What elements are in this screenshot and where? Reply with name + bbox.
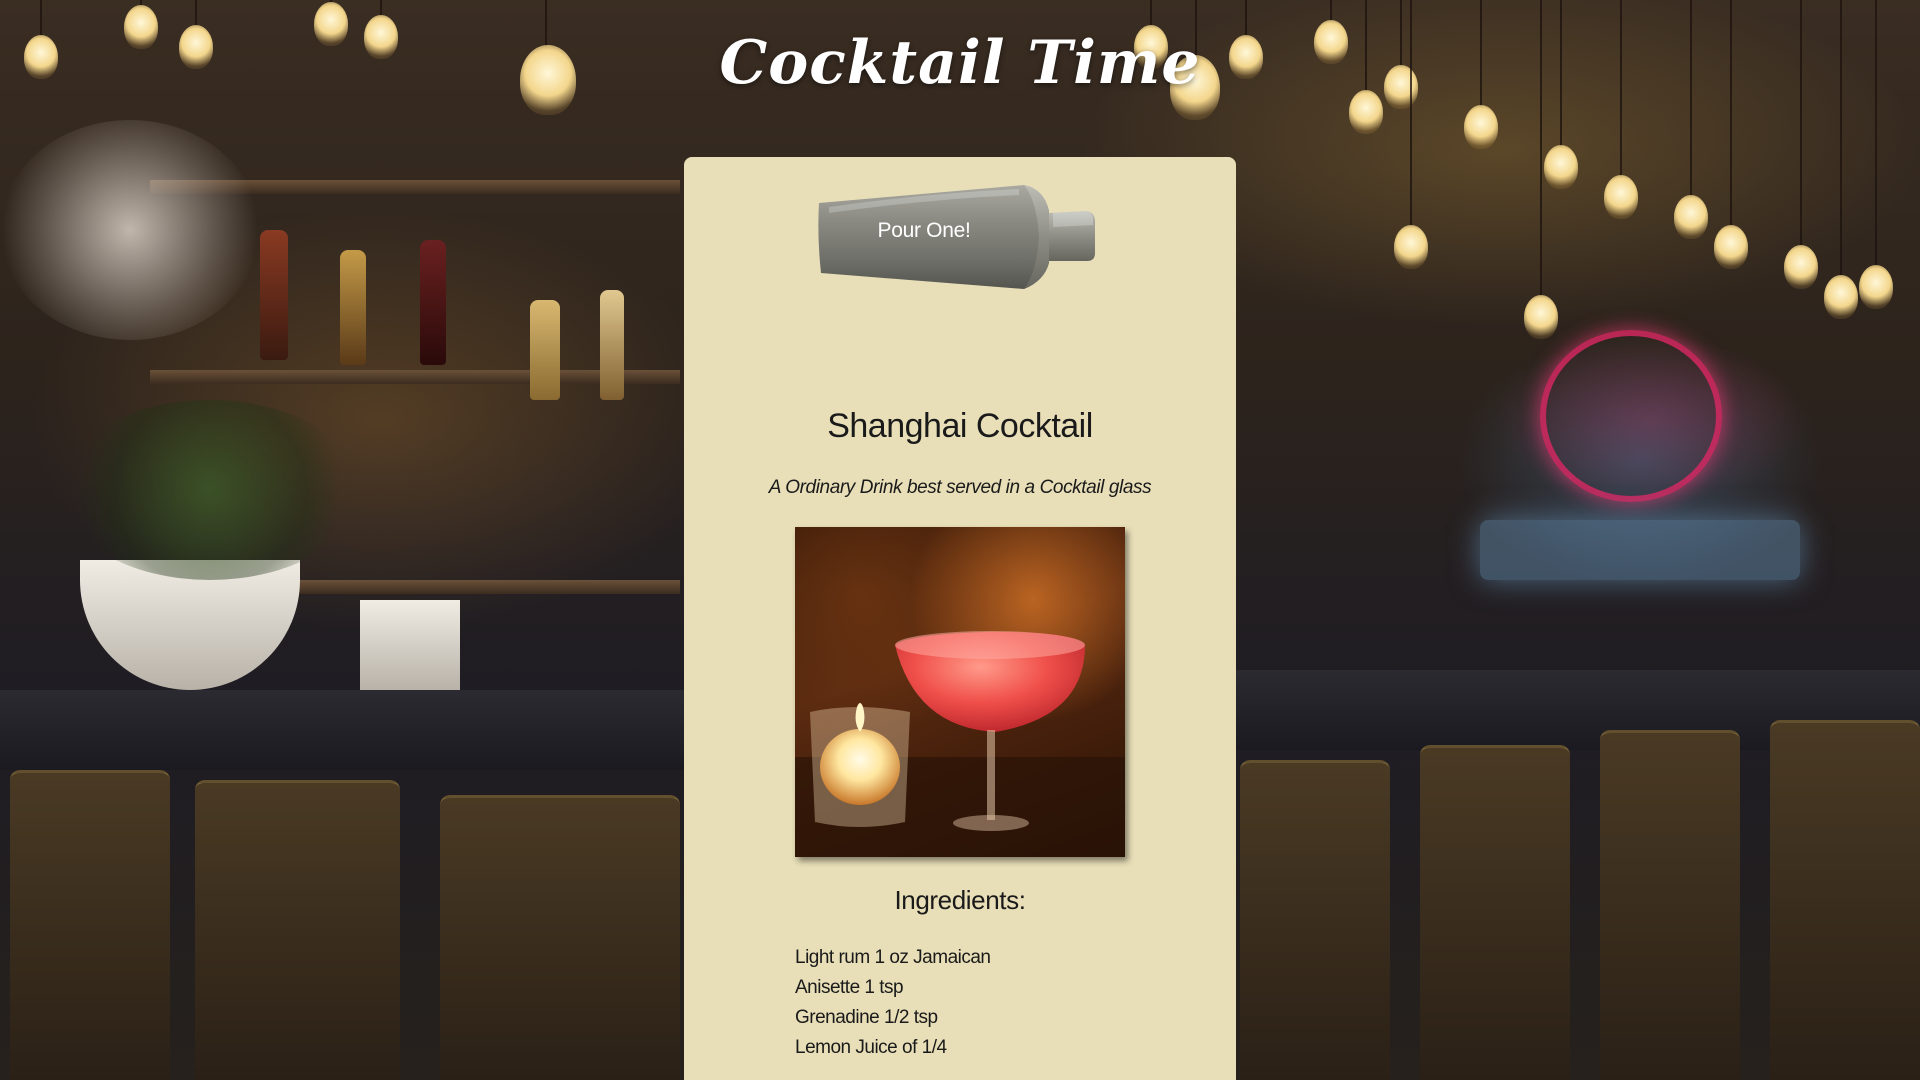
bar-seat (1240, 760, 1390, 1080)
drink-name: Shanghai Cocktail (827, 407, 1093, 445)
ingredient-item: Anisette 1 tsp (795, 977, 904, 998)
neon-sign-glow (1480, 520, 1800, 580)
orchid-flowers (0, 120, 260, 340)
page: Cocktail Time Pour One! Shanghai Cocktai… (0, 0, 1920, 1080)
bar-seat (1770, 720, 1920, 1080)
bottle (600, 290, 624, 400)
bottle (530, 300, 560, 400)
ingredient-item: Light rum 1 oz Jamaican (795, 947, 991, 968)
bar-counter (0, 690, 684, 770)
drink-photo (795, 527, 1125, 857)
bottle (340, 250, 366, 365)
light-bulb-icon (1824, 275, 1858, 319)
pour-one-shaker-button[interactable]: Pour One! (809, 181, 1109, 291)
cocktail-card: Pour One! Shanghai Cocktail A Ordinary D… (684, 157, 1236, 1080)
page-title: Cocktail Time (719, 28, 1201, 98)
pour-one-label: Pour One! (877, 219, 971, 242)
plant-leaves (60, 400, 360, 580)
bar-seat (10, 770, 170, 1080)
bar-seat (1600, 730, 1740, 1080)
light-bulb-icon (1544, 145, 1578, 189)
bar-seat (1420, 745, 1570, 1080)
light-bulb-icon (1714, 225, 1748, 269)
ingredients-heading: Ingredients: (894, 885, 1026, 915)
light-bulb-icon (1464, 105, 1498, 149)
light-bulb-icon (1604, 175, 1638, 219)
ingredient-item: Grenadine 1/2 tsp (795, 1007, 938, 1028)
light-bulb-icon (1859, 265, 1893, 309)
drink-description: A Ordinary Drink best served in a Cockta… (768, 477, 1152, 498)
bottle (420, 240, 446, 365)
light-bulb-icon (1524, 295, 1558, 339)
neon-sign (1540, 330, 1722, 502)
light-bulb-icon (1674, 195, 1708, 239)
ingredient-item: Lemon Juice of 1/4 (795, 1037, 947, 1058)
bar-seat (195, 780, 400, 1080)
plant-pot (360, 600, 460, 690)
light-bulb-icon (1394, 225, 1428, 269)
cocktail-glass-image (795, 631, 1125, 857)
ingredients-list: Light rum 1 oz Jamaican Anisette 1 tsp G… (795, 943, 991, 1063)
plant-pot (80, 560, 300, 690)
bottle (260, 230, 288, 360)
light-bulb-icon (1784, 245, 1818, 289)
bar-seat (440, 795, 680, 1080)
